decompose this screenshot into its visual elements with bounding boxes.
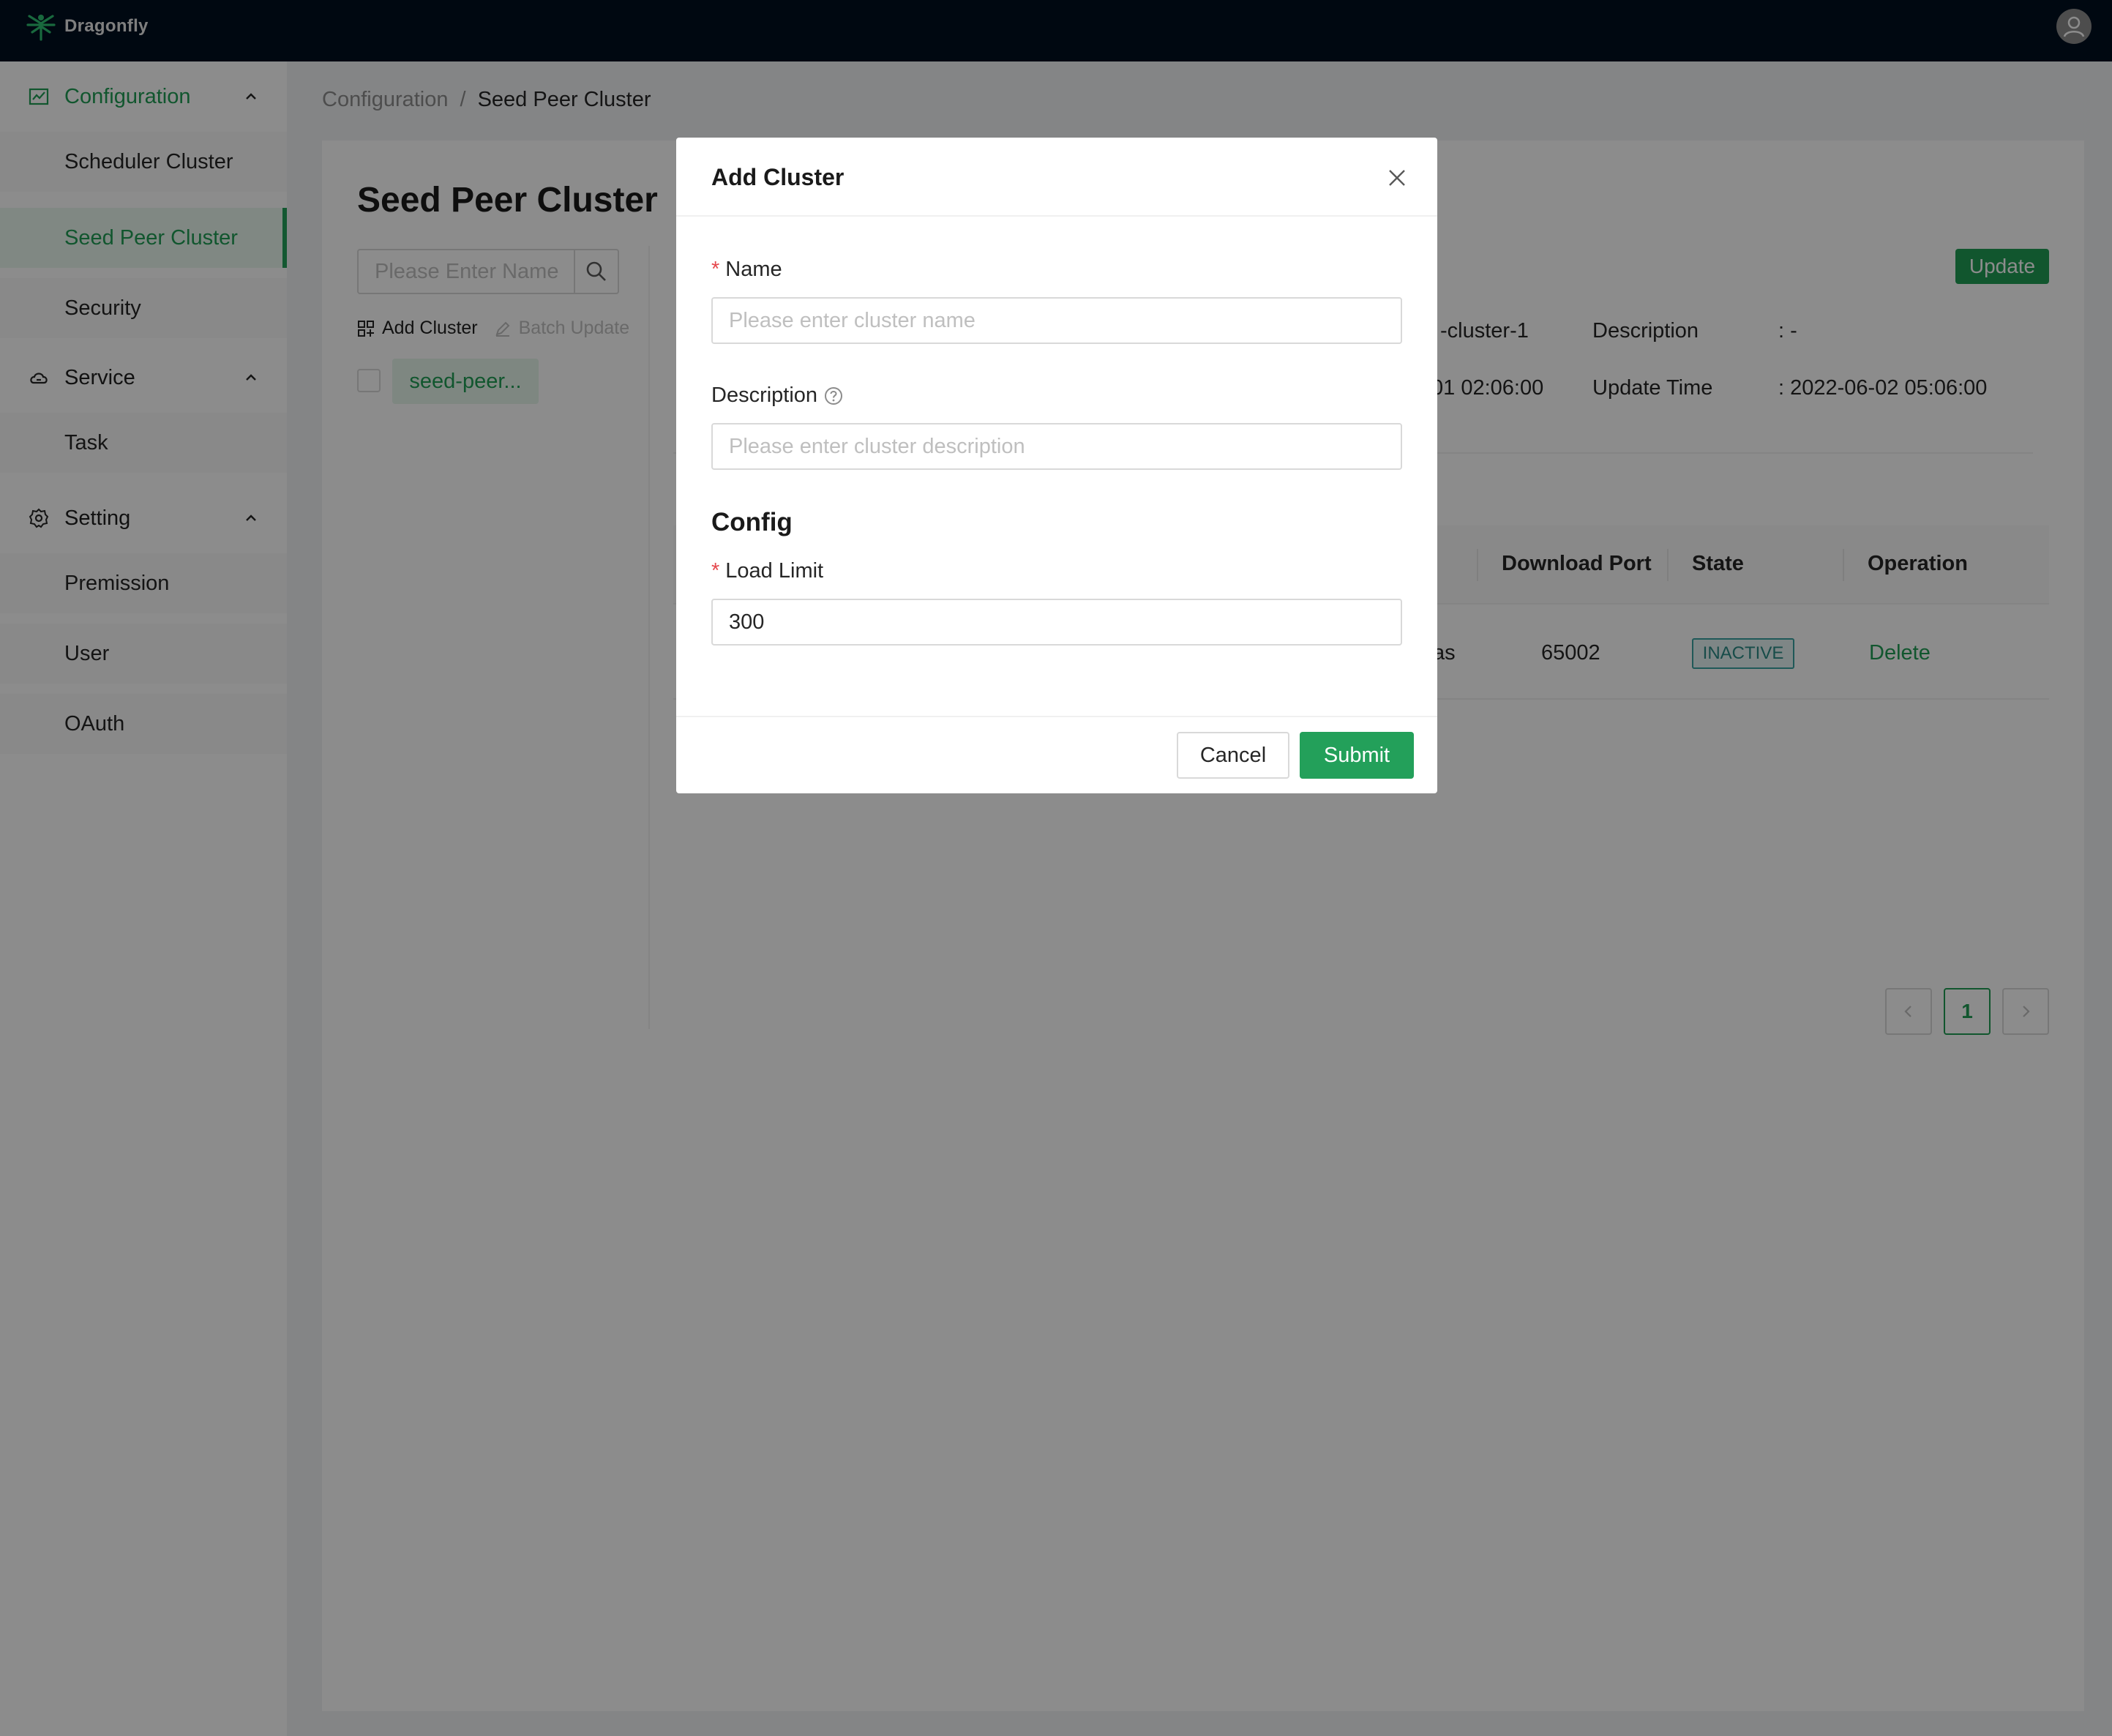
submit-button[interactable]: Submit — [1300, 732, 1414, 779]
cluster-description-input[interactable] — [711, 423, 1402, 470]
close-button[interactable] — [1386, 167, 1408, 189]
load-limit-input[interactable] — [711, 599, 1402, 646]
modal-title: Add Cluster — [711, 164, 845, 190]
name-field-label: * Name — [711, 258, 782, 282]
load-limit-field-label: * Load Limit — [711, 559, 823, 583]
required-mark: * — [711, 258, 720, 281]
cancel-button[interactable]: Cancel — [1177, 732, 1289, 779]
close-icon — [1389, 170, 1405, 186]
help-icon[interactable] — [823, 386, 844, 406]
description-field-label: Description — [711, 384, 844, 408]
add-cluster-modal: Add Cluster * Name Description Config * … — [676, 138, 1437, 793]
config-section-title: Config — [711, 508, 793, 536]
cluster-name-input[interactable] — [711, 297, 1402, 344]
name-label-text: Name — [725, 258, 782, 281]
modal-footer-divider — [676, 716, 1437, 717]
modal-header: Add Cluster — [676, 138, 1437, 217]
description-label-text: Description — [711, 384, 818, 407]
load-limit-label-text: Load Limit — [725, 559, 824, 583]
required-mark: * — [711, 559, 720, 583]
